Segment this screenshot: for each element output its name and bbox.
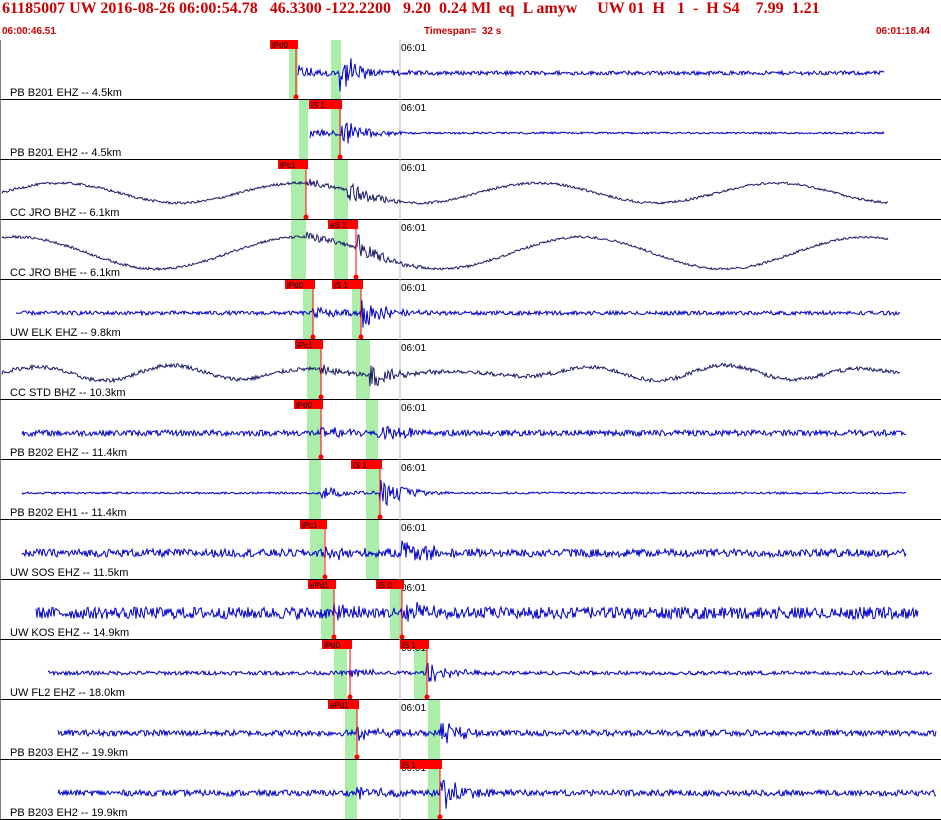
p-pick-label: iPd0 — [287, 281, 304, 290]
time-tick-label: 06:01 — [401, 43, 426, 54]
p-pick-label: iPd0 — [324, 641, 341, 650]
s-window — [334, 160, 348, 220]
trace-panel[interactable]: 06:01 iPc1 UW SOS EHZ -- 11.5km — [0, 520, 941, 580]
time-tick-label: 06:01 — [401, 463, 426, 474]
pick-dot — [358, 334, 364, 340]
end-time: 06:01:18.44 — [876, 26, 930, 37]
s-window — [366, 520, 379, 580]
pick-dot — [310, 334, 316, 340]
waveform-trace[interactable] — [35, 601, 919, 622]
trace-panel[interactable]: 06:01 eS 2 CC JRO BHE -- 6.1km — [0, 220, 941, 280]
pick-dot — [318, 394, 324, 400]
waveform-trace[interactable] — [21, 480, 907, 507]
time-tick-label: 06:01 — [401, 283, 426, 294]
waveform-trace[interactable] — [57, 779, 937, 809]
station-label: UW KOS EHZ -- 14.9km — [10, 627, 129, 639]
trace-panel[interactable]: 06:01 iPd0 PB B201 EHZ -- 4.5km — [0, 40, 941, 100]
seismogram-panels[interactable]: 06:01 iPd0 PB B201 EHZ -- 4.5km 06:01 iS 1 PB… — [0, 40, 941, 820]
pick-dot — [322, 574, 328, 580]
time-tick-label: 06:01 — [401, 703, 426, 714]
waveform-trace[interactable] — [57, 723, 937, 744]
trace-panel[interactable]: 06:01 ePd1 PB B203 EHZ -- 19.9km — [0, 700, 941, 760]
p-pick-label: iPc1 — [297, 341, 313, 350]
waveform-trace[interactable] — [47, 662, 933, 683]
trace-panel[interactable]: 06:01 iPc1 CC STD BHZ -- 10.3km — [0, 340, 941, 400]
pick-dot — [347, 694, 353, 700]
waveform-canvas[interactable]: 06:01 iPd0 PB B201 EHZ -- 4.5km 06:01 iS 1 PB… — [0, 40, 941, 820]
p-pick-label: ePd1 — [330, 701, 349, 710]
p-pick-label: iPd0 — [296, 401, 313, 410]
pick-dot — [303, 214, 309, 220]
station-label: PB B201 EH2 -- 4.5km — [10, 147, 121, 159]
station-label: PB B201 EHZ -- 4.5km — [10, 87, 122, 99]
trace-panel[interactable]: 06:01 ePd1 iS 0 UW KOS EHZ -- 14.9km — [0, 580, 941, 640]
s-window — [356, 340, 370, 400]
s-pick-label: iS 1 — [353, 461, 367, 470]
trace-panel[interactable]: 06:01 iS 1 PB B201 EH2 -- 4.5km — [0, 100, 941, 160]
p-pick-label: iPc1 — [302, 521, 318, 530]
pick-dot — [337, 154, 343, 160]
trace-panel[interactable]: 06:01iS 1PB B203 EH2 -- 19.9km — [0, 760, 941, 820]
station-label: CC STD BHZ -- 10.3km — [10, 387, 126, 399]
s-pick-label: iS 1 — [402, 761, 416, 770]
p-window — [345, 760, 357, 820]
time-tick-label: 06:01 — [401, 223, 426, 234]
station-label: UW FL2 EHZ -- 18.0km — [10, 687, 125, 699]
p-pick-label: iPd0 — [272, 41, 289, 50]
pick-dot — [331, 634, 337, 640]
pick-dot — [399, 634, 405, 640]
timespan: Timespan= 32 s — [424, 26, 502, 37]
waveform-trace[interactable] — [15, 300, 901, 328]
p-pick-label: ePd1 — [310, 581, 329, 590]
p-window — [309, 460, 321, 520]
waveform-trace[interactable] — [1, 178, 889, 205]
waveform-trace[interactable] — [1, 362, 901, 387]
s-pick-label: eS 2 — [330, 221, 347, 230]
time-tick-label: 06:01 — [401, 103, 426, 114]
trace-panel[interactable]: 06:01 iPc1 CC JRO BHZ -- 6.1km — [0, 160, 941, 220]
event-header: 61185007 UW 2016-08-26 06:00:54.78 46.33… — [0, 0, 941, 40]
waveform-trace[interactable] — [1, 231, 889, 272]
station-label: CC JRO BHZ -- 6.1km — [10, 207, 119, 219]
s-pick-label: iS 1 — [402, 641, 416, 650]
s-pick-label: iS 1 — [334, 281, 348, 290]
station-label: PB B203 EHZ -- 19.9km — [10, 747, 128, 759]
s-pick-label: iS 1 — [311, 101, 325, 110]
waveform-trace[interactable] — [21, 540, 907, 561]
start-time: 06:00:46.51 — [2, 26, 56, 37]
station-label: UW ELK EHZ -- 9.8km — [10, 327, 121, 339]
station-label: PB B202 EH1 -- 11.4km — [10, 507, 127, 519]
p-pick-label: iPc1 — [280, 161, 296, 170]
s-window — [366, 400, 378, 460]
trace-panel[interactable]: 06:01 iS 1 PB B202 EH1 -- 11.4km — [0, 460, 941, 520]
trace-panel[interactable]: 06:01iPd0iS 1UW FL2 EHZ -- 18.0km — [0, 640, 941, 700]
trace-panel[interactable]: 06:01 iPd0 PB B202 EHZ -- 11.4km — [0, 400, 941, 460]
waveform-trace[interactable] — [21, 424, 907, 441]
s-pick-label: iS 0 — [378, 581, 392, 590]
station-label: PB B202 EHZ -- 11.4km — [10, 447, 127, 459]
time-tick-label: 06:01 — [401, 343, 426, 354]
waveform-trace[interactable] — [297, 58, 885, 92]
station-label: UW SOS EHZ -- 11.5km — [10, 567, 128, 579]
waveform-trace[interactable] — [309, 122, 885, 144]
trace-panel[interactable]: 06:01 iPd0 iS 1 UW ELK EHZ -- 9.8km — [0, 280, 941, 340]
time-tick-label: 06:01 — [401, 583, 426, 594]
time-tick-label: 06:01 — [401, 523, 426, 534]
station-label: PB B203 EH2 -- 19.9km — [10, 807, 127, 819]
time-tick-label: 06:01 — [401, 403, 426, 414]
p-window — [299, 100, 308, 160]
s-window — [428, 700, 440, 760]
pick-dot — [293, 94, 299, 100]
pick-dot — [353, 274, 359, 280]
p-window — [291, 220, 306, 280]
time-tick-label: 06:01 — [401, 163, 426, 174]
station-label: CC JRO BHE -- 6.1km — [10, 267, 120, 279]
pick-dot — [424, 694, 430, 700]
event-summary: 61185007 UW 2016-08-26 06:00:54.78 46.33… — [2, 0, 820, 17]
pick-dot — [437, 814, 443, 820]
pick-dot — [354, 754, 360, 760]
pick-dot — [318, 454, 324, 460]
pick-dot — [377, 514, 383, 520]
